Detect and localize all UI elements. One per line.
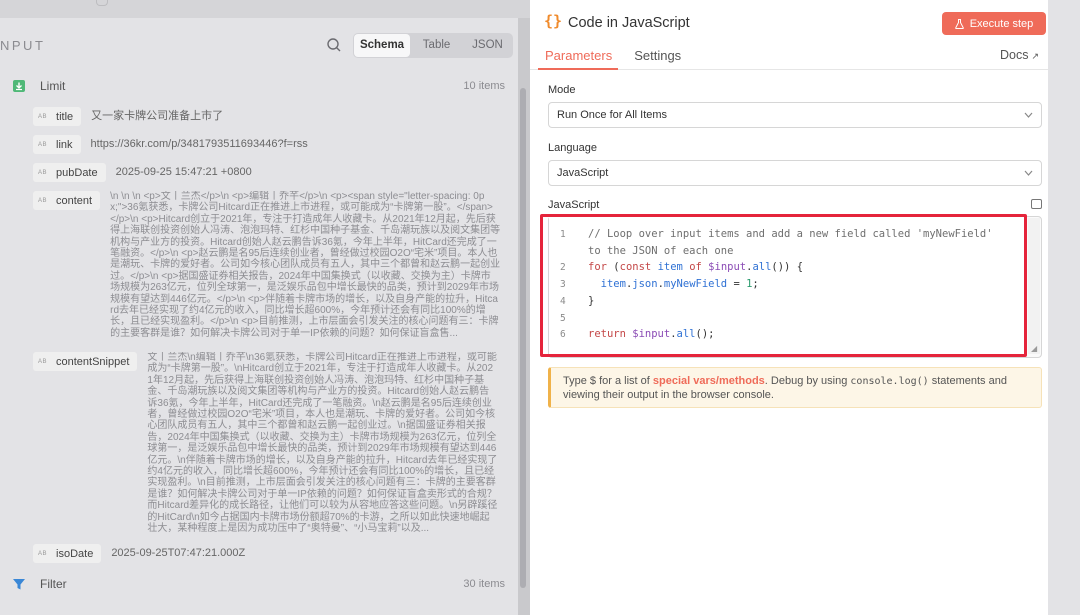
hint-code: console.log() bbox=[850, 376, 929, 387]
field-content[interactable]: AB content \n \n \n <p>文丨兰杰</p>\n <p>编辑丨乔… bbox=[33, 191, 500, 339]
field-key-link[interactable]: AB link bbox=[33, 135, 81, 154]
canvas-tab-stub bbox=[96, 0, 108, 6]
special-vars-link[interactable]: special vars/methods bbox=[653, 375, 765, 387]
node-count-filter: 30 items bbox=[463, 578, 505, 590]
string-type-icon: AB bbox=[38, 169, 48, 176]
string-type-icon: AB bbox=[38, 358, 48, 365]
chevron-down-icon bbox=[1024, 112, 1033, 118]
hint-text: . Debug by using bbox=[764, 375, 851, 387]
node-row-limit[interactable]: Limit 10 items bbox=[10, 75, 505, 97]
node-name-limit: Limit bbox=[40, 79, 66, 93]
view-json-button[interactable]: JSON bbox=[462, 33, 513, 58]
panel-title[interactable]: Code in JavaScript bbox=[568, 15, 690, 31]
input-scrollbar-thumb[interactable] bbox=[520, 88, 526, 588]
field-value-title: 又一家卡牌公司准备上市了 bbox=[91, 110, 224, 122]
flask-icon bbox=[954, 18, 964, 29]
mode-select-value: Run Once for All Items bbox=[557, 109, 668, 121]
resize-handle-icon[interactable]: ◢ bbox=[1031, 344, 1040, 353]
field-key-contentsnippet[interactable]: AB contentSnippet bbox=[33, 352, 138, 371]
field-key-content[interactable]: AB content bbox=[33, 191, 101, 210]
field-value-pubdate: 2025-09-25 15:47:21 +0800 bbox=[115, 166, 252, 178]
field-key-link-label: link bbox=[56, 138, 73, 151]
hint-text: Type bbox=[563, 375, 590, 387]
view-mode-switch: Schema Table JSON bbox=[353, 33, 513, 58]
field-pubdate[interactable]: AB pubDate 2025-09-25 15:47:21 +0800 bbox=[33, 163, 252, 182]
string-type-icon: AB bbox=[38, 197, 48, 204]
docs-link-label: Docs bbox=[1000, 48, 1029, 62]
field-title[interactable]: AB title 又一家卡牌公司准备上市了 bbox=[33, 107, 223, 126]
view-table-button[interactable]: Table bbox=[411, 33, 462, 58]
input-panel-header: NPUT Schema Table JSON bbox=[0, 18, 518, 70]
download-icon bbox=[10, 77, 28, 95]
filter-icon bbox=[10, 575, 28, 593]
field-isodate[interactable]: AB isoDate 2025-09-25T07:47:21.000Z bbox=[33, 544, 245, 563]
code-braces-icon: {} bbox=[544, 12, 563, 30]
search-icon[interactable] bbox=[326, 37, 342, 53]
external-link-icon: ↗ bbox=[1031, 51, 1040, 61]
code-hint-notice: Type $ for a list of special vars/method… bbox=[548, 367, 1042, 408]
execute-step-label: Execute step bbox=[969, 17, 1034, 30]
string-type-icon: AB bbox=[38, 141, 48, 148]
mode-select[interactable]: Run Once for All Items bbox=[548, 102, 1042, 128]
code-editor-scrollbar[interactable] bbox=[1028, 218, 1040, 354]
hint-text: for a list of bbox=[596, 375, 653, 387]
panel-header: {} Code in JavaScript Execute step Param… bbox=[530, 0, 1048, 70]
field-link[interactable]: AB link https://36kr.com/p/34817935116934… bbox=[33, 135, 308, 154]
string-type-icon: AB bbox=[38, 113, 48, 120]
language-label: Language bbox=[548, 142, 597, 154]
input-panel-title: NPUT bbox=[0, 38, 46, 53]
input-scrollbar[interactable] bbox=[519, 70, 527, 615]
docs-link[interactable]: Docs ↗ bbox=[1000, 48, 1039, 62]
highlight-box bbox=[540, 214, 1027, 357]
field-key-pubdate-label: pubDate bbox=[56, 166, 98, 179]
field-value-isodate: 2025-09-25T07:47:21.000Z bbox=[111, 547, 246, 559]
output-panel-edge bbox=[1048, 0, 1080, 615]
field-value-contentsnippet: 文丨兰杰\n编辑丨乔芊\n36氪获悉，卡牌公司Hitcard正在推进上市进程，或… bbox=[147, 352, 498, 534]
node-name-filter: Filter bbox=[40, 577, 67, 591]
field-value-content: \n \n \n <p>文丨兰杰</p>\n <p>编辑丨乔芊</p>\n <p… bbox=[110, 191, 501, 339]
expand-editor-icon[interactable] bbox=[1031, 199, 1042, 209]
field-key-title-label: title bbox=[56, 110, 74, 123]
field-key-pubdate[interactable]: AB pubDate bbox=[33, 163, 106, 182]
field-key-isodate[interactable]: AB isoDate bbox=[33, 544, 102, 563]
execute-step-button[interactable]: Execute step bbox=[942, 12, 1046, 35]
mode-label: Mode bbox=[548, 84, 576, 96]
tab-parameters[interactable]: Parameters bbox=[538, 46, 619, 70]
string-type-icon: AB bbox=[38, 550, 48, 557]
view-schema-button[interactable]: Schema bbox=[354, 34, 411, 57]
panel-tabs: Parameters Settings bbox=[530, 46, 689, 70]
field-key-title[interactable]: AB title bbox=[33, 107, 82, 126]
field-contentsnippet[interactable]: AB contentSnippet 文丨兰杰\n编辑丨乔芊\n36氪获悉，卡牌公司… bbox=[33, 352, 497, 534]
hint-text: statements and bbox=[928, 375, 1007, 387]
canvas-top-strip bbox=[0, 0, 530, 18]
field-key-contentsnippet-label: contentSnippet bbox=[56, 355, 130, 368]
hint-text-line2: viewing their output in the browser cons… bbox=[563, 388, 774, 401]
node-row-filter[interactable]: Filter 30 items bbox=[10, 573, 505, 595]
field-key-content-label: content bbox=[56, 194, 93, 207]
code-label: JavaScript bbox=[548, 199, 600, 211]
tab-settings[interactable]: Settings bbox=[626, 46, 689, 70]
language-select[interactable]: JavaScript bbox=[548, 160, 1042, 186]
field-key-isodate-label: isoDate bbox=[56, 547, 94, 560]
node-count-limit: 10 items bbox=[463, 80, 505, 92]
language-select-value: JavaScript bbox=[557, 167, 609, 179]
chevron-down-icon bbox=[1024, 170, 1033, 176]
field-value-link: https://36kr.com/p/3481793511693446?f=rs… bbox=[90, 138, 308, 150]
